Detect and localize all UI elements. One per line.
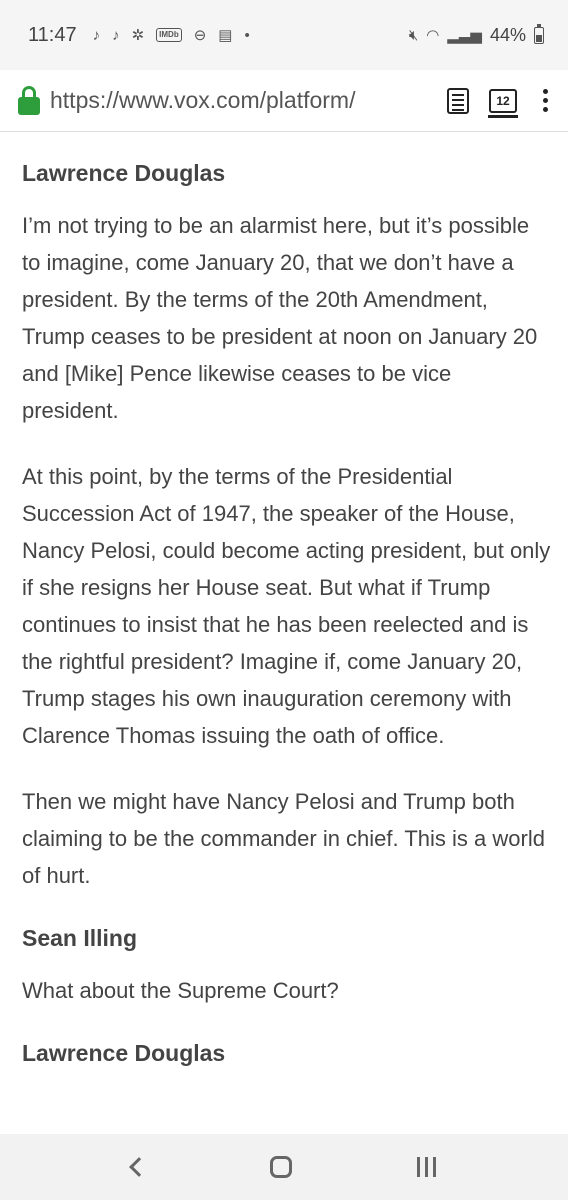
speaker-name: Sean Illing — [22, 925, 138, 951]
pinwheel-icon: ✲ — [131, 27, 145, 44]
dot-icon: • — [244, 26, 250, 44]
do-not-disturb-icon: ⊖ — [193, 27, 207, 44]
wifi-icon: ◠ — [426, 27, 440, 44]
system-nav-bar — [0, 1134, 568, 1200]
battery-fill — [536, 34, 542, 42]
battery-percent: 44% — [489, 24, 526, 45]
browser-toolbar: https://www.vox.com/platform/ 12 — [0, 70, 568, 132]
battery-icon — [534, 23, 544, 44]
tiktok-icon: ♪ — [92, 26, 101, 44]
more-menu-icon[interactable] — [537, 89, 554, 112]
article-paragraph: At this point, by the terms of the Presi… — [22, 464, 551, 748]
back-icon[interactable] — [129, 1157, 150, 1177]
cut-off-text: the election. What then? — [22, 133, 552, 144]
article-viewport[interactable]: the election. What then? Lawrence Dougla… — [0, 133, 568, 1134]
mute-icon: 🔇︎ — [408, 26, 419, 44]
article-paragraph: Then we might have Nancy Pelosi and Trum… — [22, 789, 545, 888]
recent-apps-icon[interactable] — [416, 1157, 436, 1177]
imdb-icon: IMDb — [156, 28, 182, 42]
news-icon: ▤ — [218, 27, 233, 44]
speaker-name: Lawrence Douglas — [22, 160, 226, 186]
signal-icon: ▂▃▅ — [447, 27, 482, 44]
clock: 11:47 — [28, 23, 77, 46]
lock-icon[interactable] — [18, 85, 40, 116]
article-body: the election. What then? Lawrence Dougla… — [22, 133, 552, 1087]
home-icon[interactable] — [270, 1156, 293, 1178]
article-paragraph: I’m not trying to be an alarmist here, b… — [22, 213, 538, 423]
speaker-name: Lawrence Douglas — [22, 1040, 226, 1066]
tab-switcher-button[interactable]: 12 — [488, 88, 518, 118]
article-paragraph: What about the Supreme Court? — [22, 978, 339, 1003]
status-bar: 11:47 ♪ ♪ ✲ IMDb ⊖ ▤ • 🔇︎ ◠ ▂▃▅ 44% — [0, 0, 568, 70]
tiktok-icon: ♪ — [112, 26, 120, 44]
reader-mode-icon[interactable] — [447, 87, 469, 114]
url-field[interactable]: https://www.vox.com/platform/ — [50, 87, 394, 114]
